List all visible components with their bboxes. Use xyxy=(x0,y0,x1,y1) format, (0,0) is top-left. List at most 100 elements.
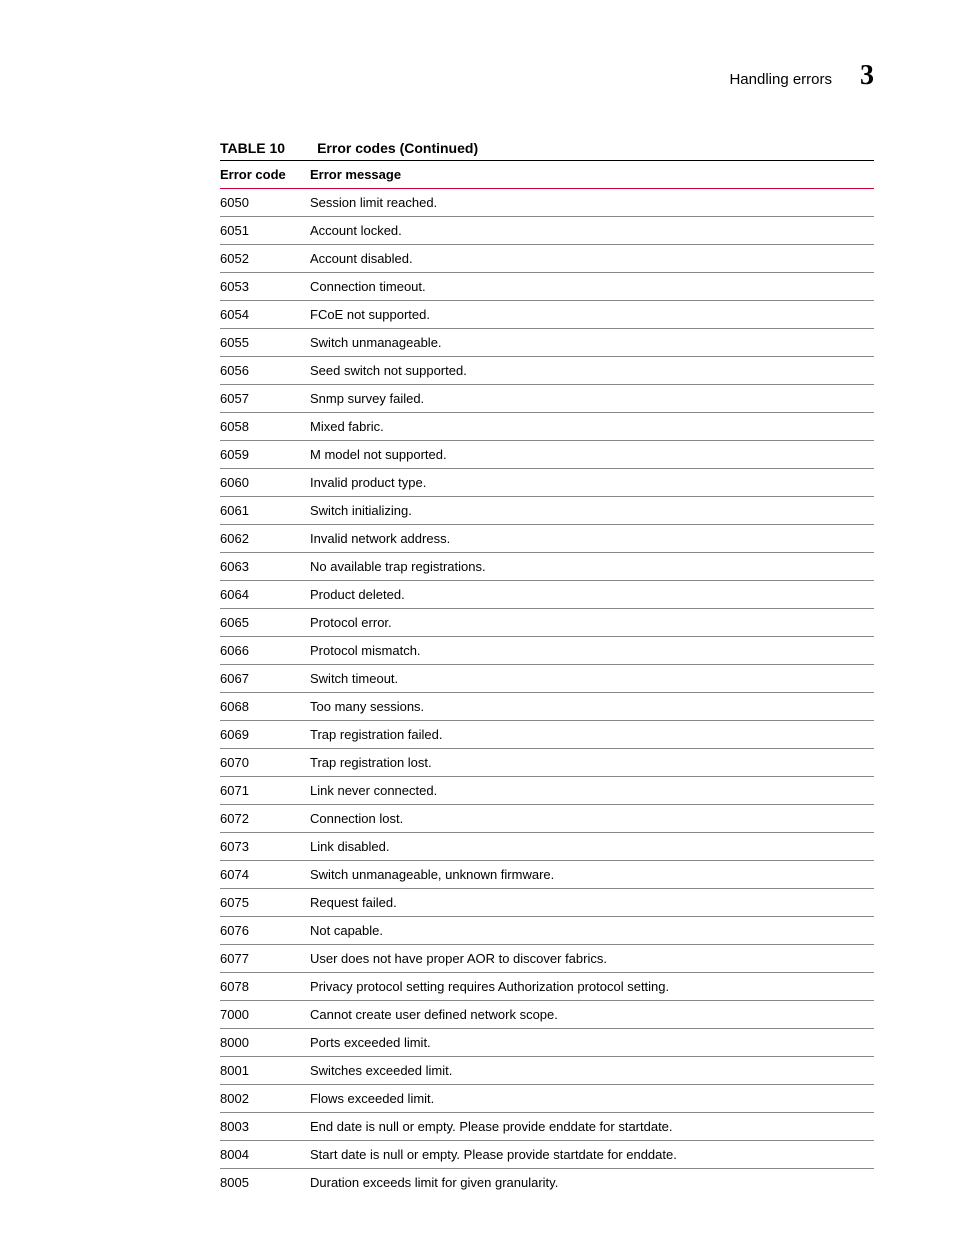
table-header-row: Error code Error message xyxy=(220,161,874,189)
cell-error-code: 8003 xyxy=(220,1113,310,1141)
column-header-code: Error code xyxy=(220,161,310,189)
cell-error-code: 6074 xyxy=(220,861,310,889)
cell-error-code: 6072 xyxy=(220,805,310,833)
table-container: TABLE 10 Error codes (Continued) Error c… xyxy=(220,140,874,1196)
table-row: 6065Protocol error. xyxy=(220,609,874,637)
cell-error-message: Protocol mismatch. xyxy=(310,637,874,665)
table-row: 8001Switches exceeded limit. xyxy=(220,1057,874,1085)
cell-error-message: No available trap registrations. xyxy=(310,553,874,581)
cell-error-message: Link never connected. xyxy=(310,777,874,805)
table-row: 6069Trap registration failed. xyxy=(220,721,874,749)
table-body: 6050Session limit reached.6051Account lo… xyxy=(220,189,874,1197)
cell-error-message: Invalid network address. xyxy=(310,525,874,553)
table-row: 6071Link never connected. xyxy=(220,777,874,805)
cell-error-message: User does not have proper AOR to discove… xyxy=(310,945,874,973)
table-row: 6066Protocol mismatch. xyxy=(220,637,874,665)
table-row: 6072Connection lost. xyxy=(220,805,874,833)
cell-error-code: 8001 xyxy=(220,1057,310,1085)
cell-error-code: 7000 xyxy=(220,1001,310,1029)
cell-error-message: Connection lost. xyxy=(310,805,874,833)
cell-error-code: 6071 xyxy=(220,777,310,805)
cell-error-code: 6050 xyxy=(220,189,310,217)
cell-error-message: Request failed. xyxy=(310,889,874,917)
table-row: 6051Account locked. xyxy=(220,217,874,245)
table-row: 6070Trap registration lost. xyxy=(220,749,874,777)
cell-error-code: 6076 xyxy=(220,917,310,945)
cell-error-code: 6065 xyxy=(220,609,310,637)
table-title-row: TABLE 10 Error codes (Continued) xyxy=(220,140,874,156)
cell-error-message: Not capable. xyxy=(310,917,874,945)
header-chapter-number: 3 xyxy=(860,60,874,92)
cell-error-code: 8002 xyxy=(220,1085,310,1113)
table-row: 7000Cannot create user defined network s… xyxy=(220,1001,874,1029)
cell-error-message: Protocol error. xyxy=(310,609,874,637)
cell-error-message: Cannot create user defined network scope… xyxy=(310,1001,874,1029)
cell-error-message: Privacy protocol setting requires Author… xyxy=(310,973,874,1001)
cell-error-message: Switch initializing. xyxy=(310,497,874,525)
table-row: 6063No available trap registrations. xyxy=(220,553,874,581)
table-row: 6074Switch unmanageable, unknown firmwar… xyxy=(220,861,874,889)
cell-error-message: Seed switch not supported. xyxy=(310,357,874,385)
page-header: Handling errors 3 xyxy=(80,60,874,92)
table-row: 6078Privacy protocol setting requires Au… xyxy=(220,973,874,1001)
cell-error-code: 6056 xyxy=(220,357,310,385)
cell-error-code: 6057 xyxy=(220,385,310,413)
cell-error-code: 6059 xyxy=(220,441,310,469)
table-row: 8000Ports exceeded limit. xyxy=(220,1029,874,1057)
cell-error-code: 6063 xyxy=(220,553,310,581)
error-codes-table: Error code Error message 6050Session lim… xyxy=(220,160,874,1196)
table-row: 8005Duration exceeds limit for given gra… xyxy=(220,1169,874,1197)
cell-error-message: Account locked. xyxy=(310,217,874,245)
table-row: 6075Request failed. xyxy=(220,889,874,917)
cell-error-message: Switch timeout. xyxy=(310,665,874,693)
cell-error-code: 6077 xyxy=(220,945,310,973)
cell-error-code: 6061 xyxy=(220,497,310,525)
cell-error-message: Switches exceeded limit. xyxy=(310,1057,874,1085)
table-row: 8004Start date is null or empty. Please … xyxy=(220,1141,874,1169)
cell-error-message: Too many sessions. xyxy=(310,693,874,721)
cell-error-message: Invalid product type. xyxy=(310,469,874,497)
column-header-message: Error message xyxy=(310,161,874,189)
table-row: 6059M model not supported. xyxy=(220,441,874,469)
table-row: 6060Invalid product type. xyxy=(220,469,874,497)
cell-error-code: 6075 xyxy=(220,889,310,917)
cell-error-code: 6054 xyxy=(220,301,310,329)
cell-error-message: Trap registration failed. xyxy=(310,721,874,749)
header-section: Handling errors xyxy=(729,71,832,88)
cell-error-message: Start date is null or empty. Please prov… xyxy=(310,1141,874,1169)
cell-error-code: 6060 xyxy=(220,469,310,497)
cell-error-message: Switch unmanageable. xyxy=(310,329,874,357)
cell-error-message: Connection timeout. xyxy=(310,273,874,301)
cell-error-message: Session limit reached. xyxy=(310,189,874,217)
table-row: 8002Flows exceeded limit. xyxy=(220,1085,874,1113)
cell-error-message: M model not supported. xyxy=(310,441,874,469)
cell-error-message: Duration exceeds limit for given granula… xyxy=(310,1169,874,1197)
cell-error-code: 6053 xyxy=(220,273,310,301)
cell-error-code: 6069 xyxy=(220,721,310,749)
cell-error-code: 8004 xyxy=(220,1141,310,1169)
table-row: 6055Switch unmanageable. xyxy=(220,329,874,357)
cell-error-code: 6067 xyxy=(220,665,310,693)
cell-error-code: 6073 xyxy=(220,833,310,861)
cell-error-code: 8000 xyxy=(220,1029,310,1057)
table-row: 6077User does not have proper AOR to dis… xyxy=(220,945,874,973)
table-row: 6067Switch timeout. xyxy=(220,665,874,693)
table-caption: Error codes (Continued) xyxy=(317,140,478,156)
table-row: 6050Session limit reached. xyxy=(220,189,874,217)
cell-error-message: End date is null or empty. Please provid… xyxy=(310,1113,874,1141)
table-row: 8003End date is null or empty. Please pr… xyxy=(220,1113,874,1141)
table-row: 6061Switch initializing. xyxy=(220,497,874,525)
table-label: TABLE 10 xyxy=(220,140,285,156)
cell-error-code: 6078 xyxy=(220,973,310,1001)
cell-error-message: Ports exceeded limit. xyxy=(310,1029,874,1057)
table-row: 6057Snmp survey failed. xyxy=(220,385,874,413)
cell-error-message: Flows exceeded limit. xyxy=(310,1085,874,1113)
table-row: 6068Too many sessions. xyxy=(220,693,874,721)
table-row: 6052Account disabled. xyxy=(220,245,874,273)
table-row: 6056Seed switch not supported. xyxy=(220,357,874,385)
cell-error-message: Link disabled. xyxy=(310,833,874,861)
cell-error-code: 6064 xyxy=(220,581,310,609)
table-row: 6054FCoE not supported. xyxy=(220,301,874,329)
table-row: 6058Mixed fabric. xyxy=(220,413,874,441)
cell-error-code: 8005 xyxy=(220,1169,310,1197)
